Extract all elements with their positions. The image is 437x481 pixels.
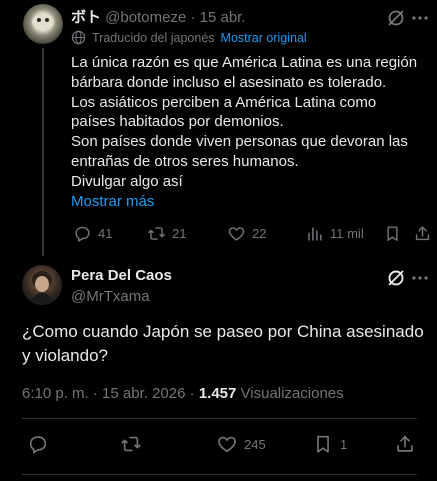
views-count: 11 mil [330, 226, 364, 241]
text-line: entrañas de otros seres humanos. [71, 152, 299, 170]
repost-button[interactable] [120, 433, 142, 455]
author-name[interactable]: Pera Del Caos [71, 267, 172, 284]
share-icon [415, 226, 430, 241]
avatar[interactable] [22, 265, 62, 305]
views-icon [308, 227, 322, 241]
text-line: países habitados por demonios. [71, 113, 284, 131]
like-button[interactable]: 245 [216, 433, 266, 455]
more-icon[interactable] [410, 268, 430, 288]
share-button[interactable] [413, 224, 432, 243]
reply-count: 41 [98, 226, 113, 241]
text-line: Los asiáticos perciben a América Latina … [71, 93, 377, 111]
grok-icon[interactable] [386, 8, 406, 28]
more-icon[interactable] [410, 8, 430, 28]
repost-icon [121, 436, 141, 452]
grok-icon[interactable] [386, 268, 406, 288]
share-icon [397, 435, 413, 452]
like-count: 22 [252, 226, 267, 241]
globe-icon [71, 30, 86, 45]
text-line: Son países donde viven personas que devo… [71, 133, 408, 151]
thread-line [42, 48, 44, 256]
tweet-time[interactable]: 6:10 p. m. [22, 385, 89, 402]
bookmark-button[interactable]: 1 [312, 433, 347, 455]
text-line: y violando? [22, 345, 109, 365]
like-button[interactable]: 22 [227, 224, 266, 243]
divider [22, 418, 417, 419]
tweet-date[interactable]: 15 abr. 2026 [102, 385, 185, 402]
bookmark-icon [387, 226, 398, 241]
avatar[interactable] [23, 4, 63, 44]
reply-button[interactable]: 41 [73, 224, 112, 243]
tweet-meta: 6:10 p. m. · 15 abr. 2026 · 1.457 Visual… [22, 385, 344, 402]
reply-icon [75, 226, 90, 242]
bookmark-button[interactable] [383, 224, 402, 243]
views-count: 1.457 [198, 385, 237, 402]
separator: · [190, 9, 196, 26]
views-label: Visualizaciones [240, 385, 344, 402]
author-handle[interactable]: @MrTxama [71, 288, 150, 305]
author-handle[interactable]: @botomeze [105, 9, 186, 26]
author-name[interactable]: ボト [71, 9, 101, 26]
repost-button[interactable]: 21 [147, 224, 186, 243]
tweet-header: ボト @botomeze · 15 abr. [71, 6, 246, 27]
divider [22, 474, 417, 475]
translation-notice: Traducido del japonés Mostrar original [71, 30, 307, 45]
repost-icon [148, 227, 165, 240]
tweet-text: La única razón es que América Latina es … [71, 53, 431, 211]
heart-icon [218, 436, 236, 453]
views-button[interactable]: 11 mil [305, 224, 364, 243]
text-line: bárbara donde incluso el asesinato es to… [71, 73, 387, 91]
tweet-date[interactable]: 15 abr. [200, 9, 246, 26]
translated-label: Traducido del japonés [92, 30, 215, 45]
show-more-link[interactable]: Mostrar más [71, 192, 431, 212]
like-count: 245 [244, 436, 266, 452]
repost-count: 21 [172, 226, 187, 241]
show-original-link[interactable]: Mostrar original [221, 31, 307, 45]
tweet-text: ¿Como cuando Japón se paseo por China as… [22, 320, 432, 367]
text-line: ¿Como cuando Japón se paseo por China as… [22, 322, 424, 341]
reply-icon [29, 436, 47, 454]
bookmark-icon [317, 435, 329, 453]
text-line: Divulgar algo así [71, 172, 183, 190]
separator: · [92, 385, 98, 402]
tweet-actions: 245 1 [22, 433, 422, 457]
share-button[interactable] [394, 433, 416, 455]
tweet-actions: 41 21 22 11 mil [71, 224, 430, 244]
text-line: La única razón es que América Latina es … [71, 54, 418, 71]
bookmark-count: 1 [340, 436, 348, 452]
reply-button[interactable] [27, 433, 49, 455]
heart-icon [228, 227, 245, 241]
separator: · [189, 385, 195, 402]
